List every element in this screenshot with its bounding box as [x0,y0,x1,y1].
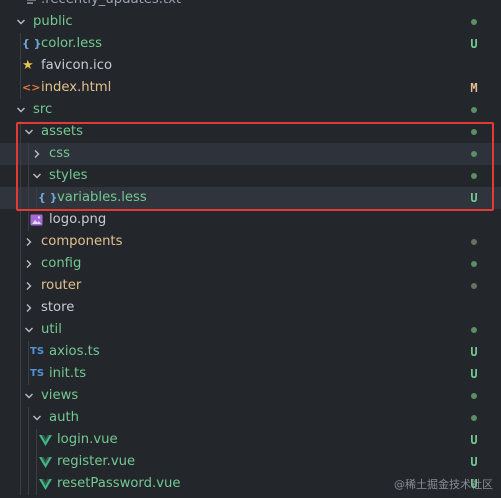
tree-item-label: resetPassword.vue [57,476,181,491]
chevron-down-icon[interactable] [15,11,27,33]
tree-folder-styles[interactable]: styles [0,165,501,187]
git-status-dot [471,393,477,399]
tree-item-label: public [33,14,73,29]
tree-item-label: login.vue [57,432,118,447]
tree-folder-config[interactable]: config [0,253,501,275]
tree-item-label: src [33,102,53,117]
chevron-down-icon[interactable] [31,165,43,187]
git-status-badge: U [470,455,478,469]
tree-item-label: components [41,234,123,249]
tree-folder-src[interactable]: src [0,99,501,121]
tree-folder-router[interactable]: router [0,275,501,297]
file-explorer-tree: .recently_updates.txt public { } color.l… [0,0,501,495]
tree-item-index-html[interactable]: <> index.html M [0,77,501,99]
git-status-dot [471,19,477,25]
tree-item-label: util [41,322,62,337]
tree-item-label: views [41,388,79,403]
braces-icon: { } [38,191,58,204]
git-status-badge: U [470,345,478,359]
git-status-badge: U [470,367,478,381]
chevron-right-icon[interactable] [23,231,35,253]
chevron-down-icon[interactable] [23,121,35,143]
git-status-dot [471,173,477,179]
tree-item-label: logo.png [49,212,107,227]
chevron-down-icon[interactable] [31,407,43,429]
tree-item-label: register.vue [57,454,136,469]
git-status-badge: U [470,37,478,51]
git-status-dot [471,239,477,245]
chevron-down-icon[interactable] [23,319,35,341]
tree-item-label: index.html [41,80,112,95]
git-status-badge: U [470,433,478,447]
tree-item-recently-updates[interactable]: .recently_updates.txt [0,0,501,11]
typescript-icon: TS [30,346,45,357]
tree-folder-components[interactable]: components [0,231,501,253]
git-status-dot [471,327,477,333]
git-status-dot [471,283,477,289]
watermark: @稀土掘金技术社区 [394,478,493,491]
tree-item-favicon[interactable]: ★ favicon.ico [0,55,501,77]
tree-item-label: assets [41,124,83,139]
chevron-down-icon[interactable] [15,99,27,121]
tree-folder-util[interactable]: util [0,319,501,341]
tree-item-axios-ts[interactable]: TS axios.ts U [0,341,501,363]
chevron-right-icon[interactable] [23,253,35,275]
chevron-right-icon[interactable] [23,297,35,319]
tree-item-label: styles [49,168,88,183]
chevron-down-icon[interactable] [23,385,35,407]
git-status-dot [471,151,477,157]
tree-folder-store[interactable]: store [0,297,501,319]
git-status-dot [471,415,477,421]
git-status-badge: U [470,191,478,205]
tree-folder-public[interactable]: public [0,11,501,33]
tree-item-label: favicon.ico [41,58,113,73]
tree-item-label: axios.ts [49,344,100,359]
tree-item-register-vue[interactable]: register.vue U [0,451,501,473]
tree-item-label: color.less [41,36,102,51]
braces-icon: { } [22,37,42,50]
tree-item-login-vue[interactable]: login.vue U [0,429,501,451]
git-status-dot [471,107,477,113]
tree-item-label: store [41,300,75,315]
typescript-icon: TS [30,368,45,379]
star-icon: ★ [22,58,34,73]
chevron-right-icon[interactable] [31,143,43,165]
tree-folder-views[interactable]: views [0,385,501,407]
tree-item-label: init.ts [49,366,87,381]
git-status-badge: M [470,81,478,95]
tree-item-label: router [41,278,82,293]
tree-item-label: css [49,146,70,161]
tree-item-label: auth [49,410,79,425]
git-status-dot [471,261,477,267]
tree-item-init-ts[interactable]: TS init.ts U [0,363,501,385]
chevron-right-icon[interactable] [23,275,35,297]
tree-item-label: variables.less [57,190,147,205]
tree-folder-auth[interactable]: auth [0,407,501,429]
tree-item-color-less[interactable]: { } color.less U [0,33,501,55]
tree-item-label: config [41,256,82,271]
tree-item-variables-less[interactable]: { } variables.less U [0,187,501,209]
tree-item-logo-png[interactable]: logo.png [0,209,501,231]
tree-item-label: .recently_updates.txt [41,0,181,11]
git-status-dot [471,129,477,135]
tree-folder-assets[interactable]: assets [0,121,501,143]
code-icon: <> [22,81,41,94]
tree-folder-css[interactable]: css [0,143,501,165]
